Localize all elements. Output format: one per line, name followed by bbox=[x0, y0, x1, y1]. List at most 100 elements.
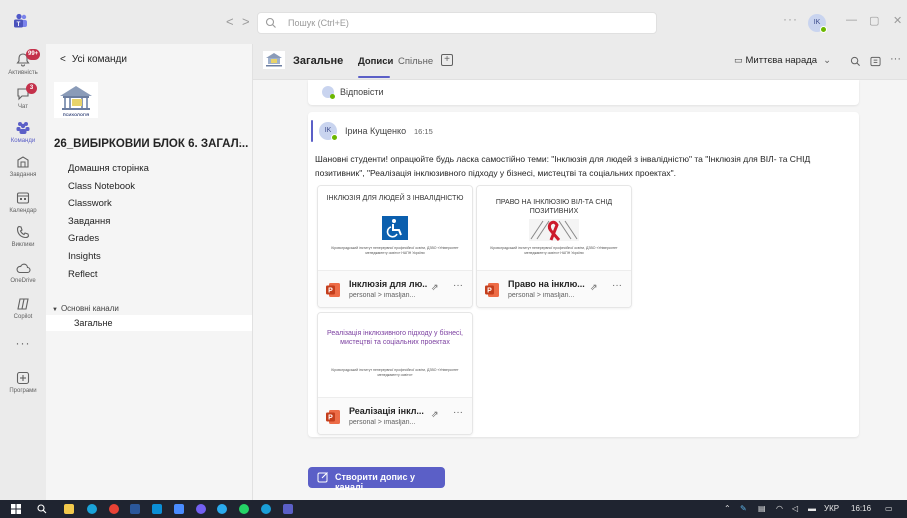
attachment-path: personal > imasljan... bbox=[349, 292, 416, 299]
team-nav-insights[interactable]: Insights bbox=[68, 248, 149, 266]
activity-badge: 99+ bbox=[26, 49, 41, 60]
awareness-ribbon-icon bbox=[529, 219, 579, 241]
chevron-up-icon[interactable]: ⌃ bbox=[724, 504, 731, 513]
rail-item-copilot[interactable]: Copilot bbox=[0, 296, 46, 320]
zoom-icon[interactable] bbox=[174, 504, 184, 514]
attachment-more-button[interactable]: ··· bbox=[612, 280, 622, 291]
battery-icon[interactable]: ▬ bbox=[808, 504, 816, 513]
team-logo: ПСИХОЛОГІЯ bbox=[54, 82, 98, 118]
pen-icon[interactable]: ✎ bbox=[740, 504, 747, 513]
clock[interactable]: 16:16 bbox=[851, 504, 871, 513]
share-icon[interactable]: ⇗ bbox=[431, 282, 439, 293]
share-icon[interactable]: ⇗ bbox=[590, 282, 598, 293]
nav-forward-button[interactable]: > bbox=[242, 14, 250, 29]
browser-icon[interactable] bbox=[261, 504, 271, 514]
tab-posts[interactable]: Дописи bbox=[358, 56, 393, 67]
team-nav-home[interactable]: Домашня сторінка bbox=[68, 160, 149, 178]
svg-text:P: P bbox=[328, 415, 333, 422]
search-placeholder: Пошук (Ctrl+E) bbox=[288, 18, 349, 28]
phone-icon bbox=[16, 225, 30, 239]
search-input[interactable]: Пошук (Ctrl+E) bbox=[257, 12, 657, 34]
presence-icon bbox=[331, 134, 338, 141]
word-icon[interactable] bbox=[130, 504, 140, 514]
team-more-button[interactable]: ··· bbox=[231, 137, 242, 149]
notifications-icon[interactable]: ▭ bbox=[885, 504, 893, 513]
attachment-more-button[interactable]: ··· bbox=[453, 280, 463, 291]
volume-icon[interactable]: ◁ bbox=[792, 504, 798, 513]
team-nav-grades[interactable]: Grades bbox=[68, 230, 149, 248]
post-timestamp: 16:15 bbox=[414, 127, 433, 136]
back-label: Усі команди bbox=[71, 54, 127, 65]
attachment-name: Реалізація інкл... bbox=[349, 406, 424, 416]
attachment-card[interactable]: Реалізація інклюзивного підходу у бізнес… bbox=[317, 312, 473, 435]
teams-taskbar-icon[interactable] bbox=[283, 504, 293, 514]
rail-item-calendar[interactable]: Календар bbox=[0, 190, 46, 214]
viber-icon[interactable] bbox=[196, 504, 206, 514]
reply-bar[interactable]: Відповісти bbox=[308, 80, 859, 105]
rail-item-assignments[interactable]: Завдання bbox=[0, 154, 46, 178]
rail-item-activity[interactable]: 99+ Активність bbox=[0, 49, 46, 76]
network-icon[interactable]: ▤ bbox=[758, 504, 766, 513]
channel-more-button[interactable]: ··· bbox=[890, 53, 901, 65]
attachment-card[interactable]: ПРАВО НА ІНКЛЮЗІЮ ВІЛ-ТА СНІД ПОЗИТИВНИХ… bbox=[476, 185, 632, 308]
file-explorer-icon[interactable] bbox=[64, 504, 74, 514]
rail-item-onedrive[interactable]: OneDrive bbox=[0, 260, 46, 284]
tab-shared[interactable]: Спільне bbox=[398, 56, 433, 67]
attachment-more-button[interactable]: ··· bbox=[453, 407, 463, 418]
channels-header[interactable]: ▼ Основні канали bbox=[52, 304, 119, 313]
share-icon[interactable]: ⇗ bbox=[431, 409, 439, 420]
chrome-browser-icon[interactable] bbox=[109, 504, 119, 514]
rail-item-more[interactable]: ··· bbox=[0, 336, 46, 350]
edge-browser-icon[interactable] bbox=[87, 504, 97, 514]
post-body: Шановні студенти! опрацюйте будь ласка с… bbox=[315, 154, 811, 178]
telegram-icon[interactable] bbox=[217, 504, 227, 514]
rail-item-calls[interactable]: Виклики bbox=[0, 224, 46, 248]
channel-info-icon[interactable] bbox=[870, 56, 881, 67]
channel-title: Загальне bbox=[293, 55, 344, 67]
minimize-button[interactable]: — bbox=[846, 14, 857, 26]
post-author[interactable]: Ірина Кущенко bbox=[345, 126, 406, 136]
calendar-icon bbox=[16, 192, 30, 204]
caret-down-icon: ▼ bbox=[52, 307, 58, 313]
user-avatar[interactable]: IK bbox=[808, 14, 827, 33]
team-panel: < Усі команди ПСИХОЛОГІЯ 26_ВИБІРКОВИЙ БЛ… bbox=[46, 44, 253, 500]
add-tab-button[interactable]: + bbox=[441, 54, 453, 66]
rail-item-apps[interactable]: Програми bbox=[0, 370, 46, 394]
nav-back-button[interactable]: < bbox=[226, 14, 234, 29]
rail-item-teams[interactable]: Команди bbox=[0, 120, 46, 144]
language-indicator[interactable]: УКР bbox=[824, 504, 839, 513]
rail-label: Календар bbox=[9, 208, 37, 214]
taskbar-search-icon[interactable] bbox=[37, 504, 47, 514]
close-button[interactable]: ✕ bbox=[893, 14, 902, 27]
rail-item-chat[interactable]: 3 Чат bbox=[0, 83, 46, 110]
rail-label: Команди bbox=[10, 138, 36, 144]
team-nav-classwork[interactable]: Classwork bbox=[68, 195, 149, 213]
back-to-teams-link[interactable]: < Усі команди bbox=[60, 54, 127, 65]
attachment-card[interactable]: ІНКЛЮЗІЯ ДЛЯ ЛЮДЕЙ З ІНВАЛІДНІСТЮ Кірово… bbox=[317, 185, 473, 308]
skype-icon[interactable] bbox=[152, 504, 162, 514]
slide-title: Реалізація інклюзивного підходу у бізнес… bbox=[326, 330, 464, 346]
more-options-button[interactable]: ··· bbox=[783, 12, 798, 26]
powerpoint-icon: P bbox=[326, 410, 340, 424]
team-nav-class-notebook[interactable]: Class Notebook bbox=[68, 178, 149, 196]
slide-title: ІНКЛЮЗІЯ ДЛЯ ЛЮДЕЙ З ІНВАЛІДНІСТЮ bbox=[326, 195, 464, 202]
svg-text:P: P bbox=[487, 288, 492, 295]
windows-start-icon[interactable] bbox=[11, 504, 21, 514]
channel-search-icon[interactable] bbox=[850, 56, 861, 67]
team-nav-assignments[interactable]: Завдання bbox=[68, 213, 149, 231]
wifi-icon[interactable]: ◠ bbox=[776, 504, 783, 513]
meet-now-button[interactable]: ▭ Миттєва нарада ⌄ bbox=[734, 55, 831, 66]
new-post-button[interactable]: Створити допис у каналі bbox=[308, 467, 445, 492]
teams-icon bbox=[16, 122, 30, 134]
team-name[interactable]: 26_ВИБІРКОВИЙ БЛОК 6. ЗАГАЛ... bbox=[54, 138, 250, 150]
maximize-button[interactable]: ▢ bbox=[869, 14, 879, 27]
slide-preview: Реалізація інклюзивного підходу у бізнес… bbox=[318, 313, 472, 397]
channel-item-general[interactable]: Загальне bbox=[46, 315, 252, 331]
attachment-path: personal > imasljan... bbox=[508, 292, 575, 299]
team-nav-reflect[interactable]: Reflect bbox=[68, 266, 149, 284]
attachment-footer: P Інклюзія для лю... personal > imasljan… bbox=[318, 270, 472, 307]
author-avatar[interactable]: IK bbox=[319, 122, 338, 141]
whatsapp-icon[interactable] bbox=[239, 504, 249, 514]
video-camera-icon: ▭ bbox=[734, 55, 743, 65]
team-nav: Домашня сторінка Class Notebook Classwor… bbox=[68, 160, 149, 283]
